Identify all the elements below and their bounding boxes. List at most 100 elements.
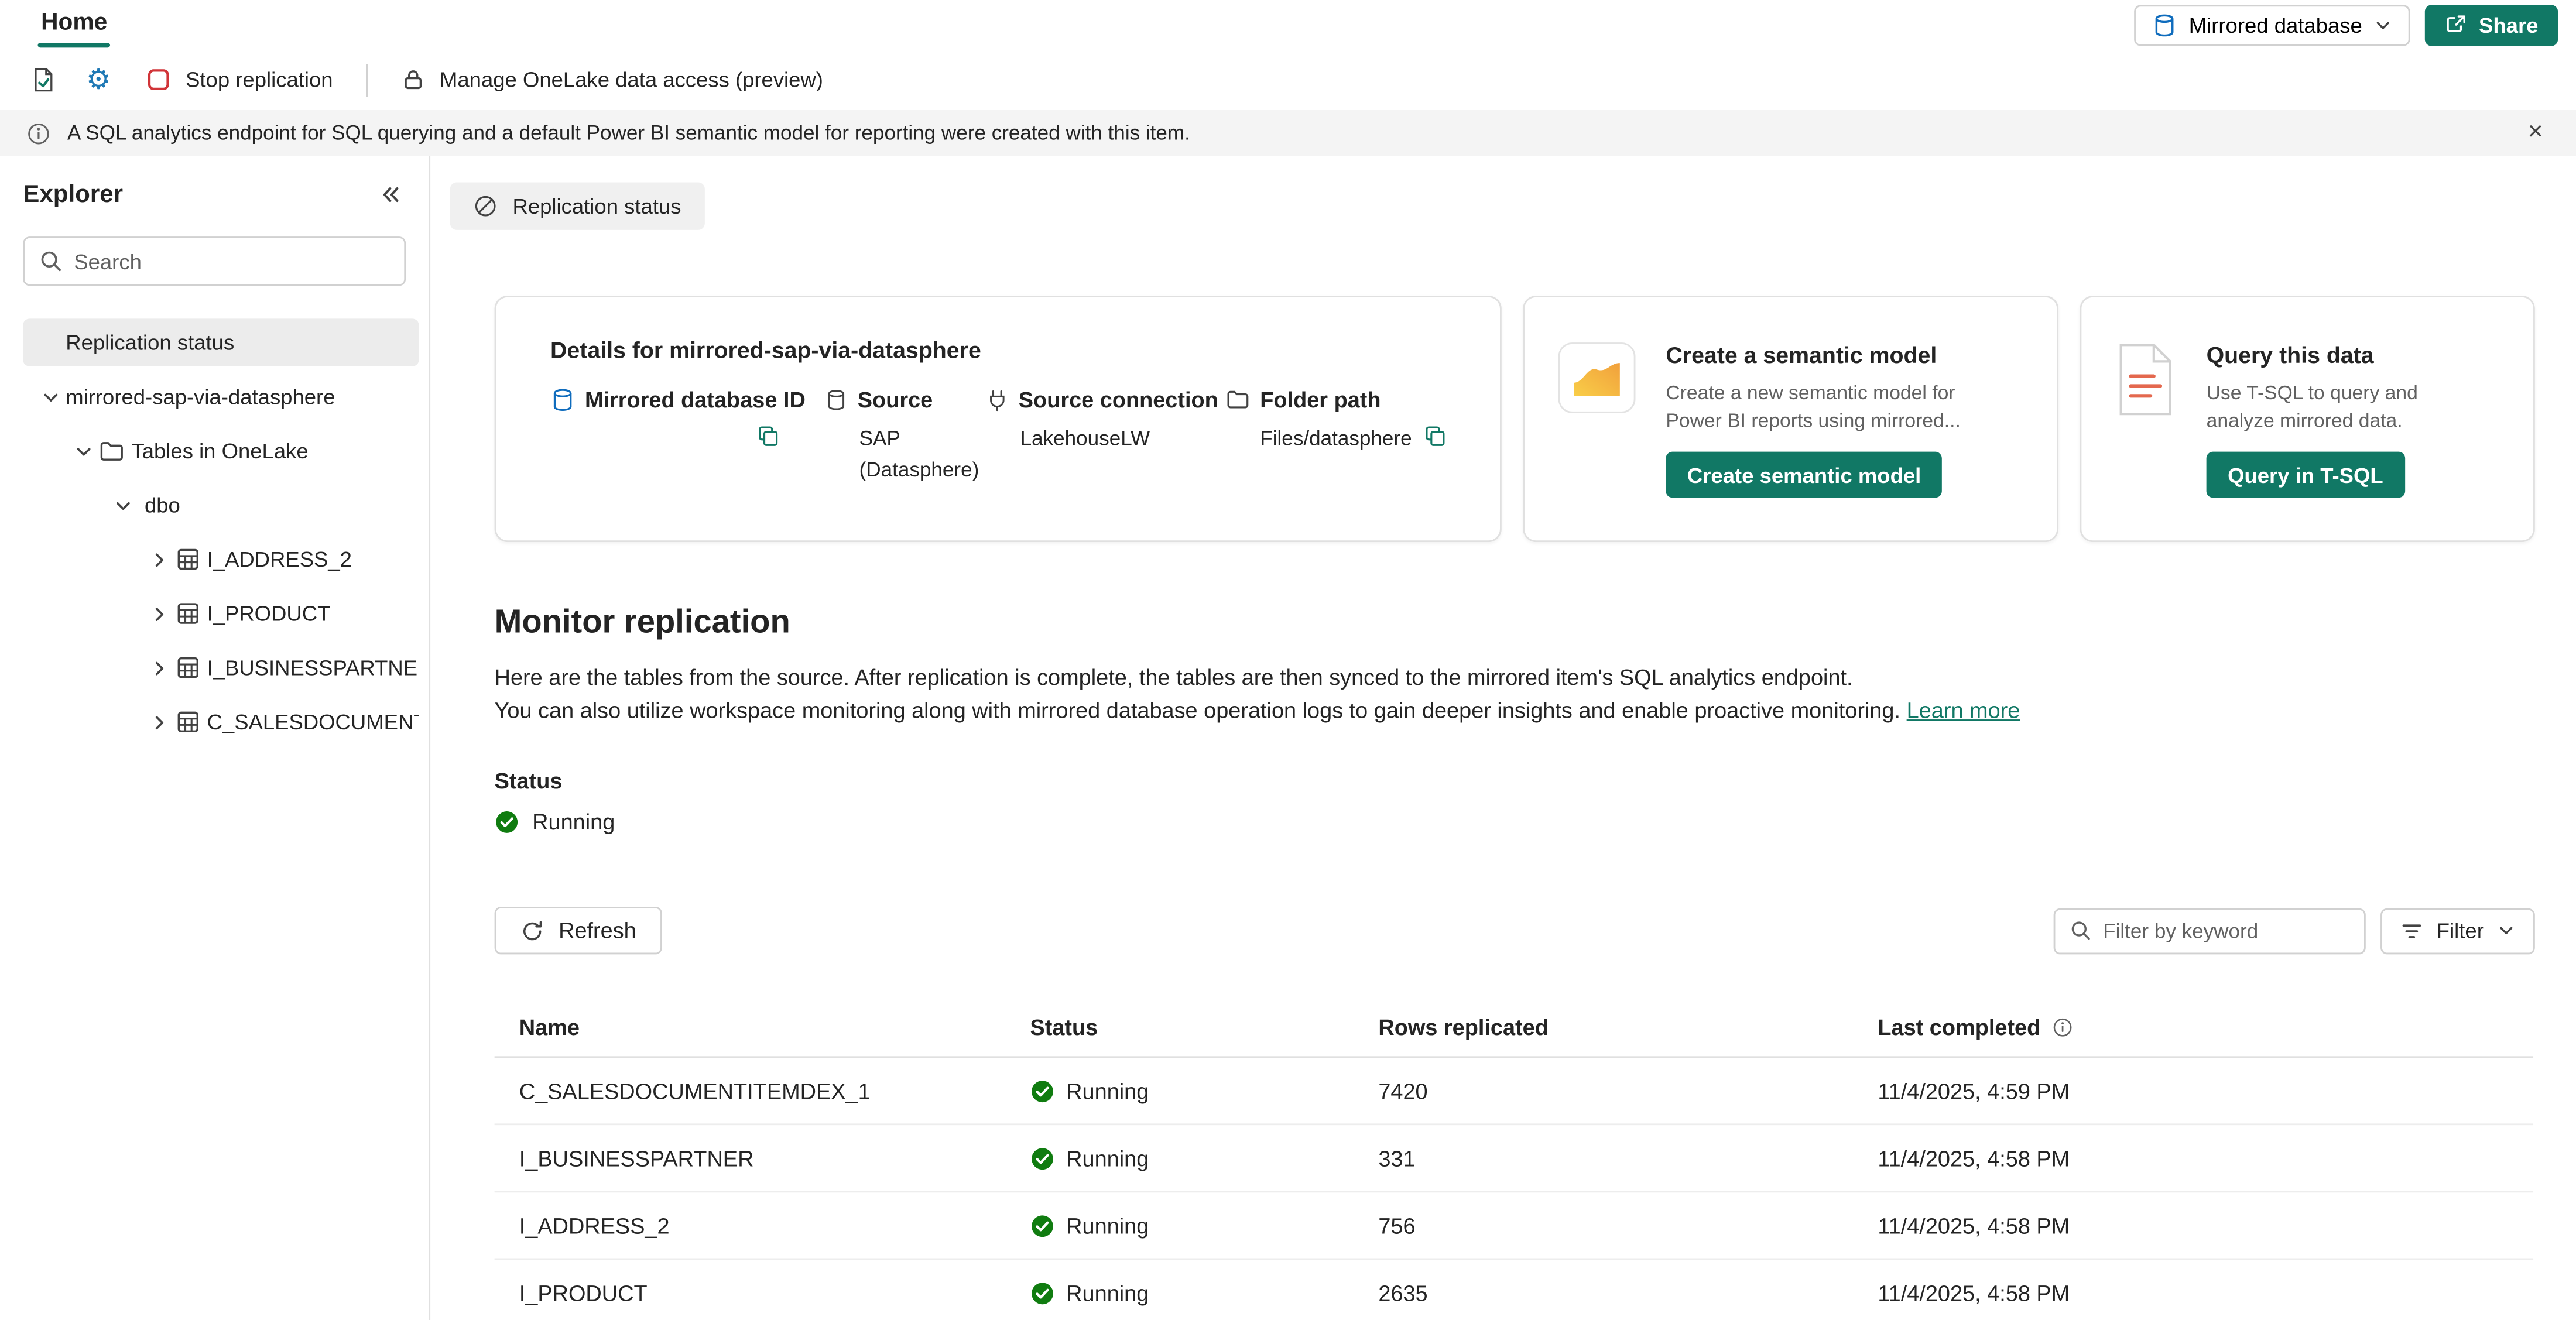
- chevron-right-icon[interactable]: [148, 712, 171, 732]
- cell-rows-replicated: 756: [1378, 1213, 1878, 1237]
- field-value: SAP: [859, 424, 986, 455]
- sidebar-item-table[interactable]: C_SALESDOCUMENTITEMDEX_1: [23, 698, 419, 746]
- table-icon: [174, 709, 200, 734]
- replication-table: Name Status Rows replicated Last complet…: [495, 997, 2533, 1320]
- settings-button[interactable]: ⚙: [72, 57, 125, 103]
- cell-last-completed: 11/4/2025, 4:58 PM: [1878, 1146, 2533, 1170]
- refresh-icon: [521, 919, 544, 942]
- status-value-row: Running: [495, 810, 2535, 834]
- sidebar-item-replication-status[interactable]: Replication status: [23, 318, 419, 366]
- sidebar-item-mirrored-database[interactable]: mirrored-sap-via-datasphere: [23, 373, 419, 420]
- item-type-dropdown[interactable]: Mirrored database: [2135, 4, 2410, 45]
- mirrored-database-icon: [550, 388, 575, 412]
- chevron-right-icon[interactable]: [148, 604, 171, 623]
- search-input[interactable]: [74, 249, 389, 273]
- cell-rows-replicated: 331: [1378, 1146, 1878, 1170]
- copy-icon[interactable]: [1423, 424, 1448, 448]
- toolbar-divider: [366, 63, 368, 96]
- manage-onelake-label: Manage OneLake data access (preview): [440, 67, 823, 92]
- field-mirrored-database-id: Mirrored database ID: [550, 388, 825, 486]
- learn-more-link[interactable]: Learn more: [1907, 697, 2020, 722]
- chevron-right-icon[interactable]: [148, 550, 171, 570]
- query-card-description: Use T-SQL to query and analyze mirrored …: [2207, 379, 2437, 434]
- table-row[interactable]: C_SALESDOCUMENTITEMDEX_1 Running 7420 11…: [495, 1058, 2533, 1125]
- sidebar-item-dbo[interactable]: dbo: [23, 481, 419, 529]
- top-bar: Home Mirrored database Share: [0, 0, 2576, 49]
- query-card: Query this data Use T-SQL to query and a…: [2080, 296, 2535, 542]
- gear-icon: ⚙: [86, 66, 111, 94]
- mirrored-database-icon: [2153, 12, 2177, 37]
- cell-status: Running: [1066, 1213, 1149, 1237]
- sidebar-item-table[interactable]: I_BUSINESSPARTNER: [23, 644, 419, 691]
- ribbon-toolbar: ⚙ Stop replication Manage OneLake data a…: [0, 49, 2576, 110]
- explorer-sidebar: Explorer Replication status: [0, 156, 430, 1320]
- cell-rows-replicated: 2635: [1378, 1280, 1878, 1305]
- chevron-down-icon[interactable]: [72, 441, 95, 461]
- info-banner: A SQL analytics endpoint for SQL queryin…: [0, 110, 2576, 156]
- sidebar-item-table[interactable]: I_ADDRESS_2: [23, 536, 419, 583]
- info-icon: [26, 121, 51, 145]
- source-database-icon: [825, 388, 848, 412]
- monitor-line2: You can also utilize workspace monitorin…: [495, 697, 1900, 722]
- field-source: Source SAP (Datasphere): [825, 388, 986, 486]
- manage-onelake-button[interactable]: Manage OneLake data access (preview): [382, 57, 841, 103]
- main-content: Replication status Details for mirrored-…: [430, 156, 2576, 1320]
- share-button[interactable]: Share: [2424, 4, 2558, 45]
- cell-status: Running: [1066, 1078, 1149, 1103]
- stop-icon: [146, 67, 171, 92]
- column-header-rows-replicated: Rows replicated: [1378, 1014, 1878, 1039]
- sidebar-item-tables-in-onelake[interactable]: Tables in OneLake: [23, 427, 419, 475]
- filter-keyword-input[interactable]: [2103, 919, 2349, 942]
- close-icon[interactable]: ×: [2521, 116, 2550, 149]
- refresh-button[interactable]: Refresh: [495, 907, 663, 954]
- chevron-down-icon[interactable]: [112, 495, 135, 515]
- cell-status: Running: [1066, 1146, 1149, 1170]
- new-query-button[interactable]: [16, 57, 69, 103]
- check-circle-icon: [1030, 1146, 1054, 1170]
- table-row[interactable]: I_BUSINESSPARTNER Running 331 11/4/2025,…: [495, 1125, 2533, 1192]
- folder-icon: [98, 438, 125, 464]
- chevron-down-icon: [2373, 16, 2392, 34]
- share-icon: [2444, 13, 2467, 36]
- collapse-sidebar-button[interactable]: [375, 179, 406, 210]
- create-semantic-model-button[interactable]: Create semantic model: [1666, 452, 1942, 498]
- field-label: Folder path: [1260, 388, 1381, 412]
- status-label: Status: [495, 769, 2535, 793]
- onelake-lock-icon: [400, 67, 425, 92]
- field-value: LakehouseLW: [1020, 424, 1150, 455]
- cell-last-completed: 11/4/2025, 4:58 PM: [1878, 1213, 2533, 1237]
- filter-button[interactable]: Filter: [2380, 907, 2534, 954]
- semantic-card-description: Create a new semantic model for Power BI…: [1666, 379, 1961, 434]
- copy-icon[interactable]: [756, 424, 780, 448]
- cell-last-completed: 11/4/2025, 4:59 PM: [1878, 1078, 2533, 1103]
- cell-last-completed: 11/4/2025, 4:58 PM: [1878, 1280, 2533, 1305]
- cell-name: I_ADDRESS_2: [495, 1213, 1030, 1237]
- chevron-down-icon[interactable]: [39, 387, 62, 407]
- table-row[interactable]: I_ADDRESS_2 Running 756 11/4/2025, 4:58 …: [495, 1192, 2533, 1260]
- field-label: Source connection: [1019, 388, 1218, 412]
- chevron-right-icon[interactable]: [148, 658, 171, 678]
- double-chevron-left-icon: [378, 182, 402, 207]
- sidebar-search: [23, 236, 406, 286]
- filter-icon: [2400, 919, 2423, 942]
- table-row[interactable]: I_PRODUCT Running 2635 11/4/2025, 4:58 P…: [495, 1260, 2533, 1320]
- check-circle-icon: [1030, 1280, 1054, 1305]
- details-card: Details for mirrored-sap-via-datasphere …: [495, 296, 1502, 542]
- field-folder-path: Folder path Files/datasphere: [1225, 388, 1448, 486]
- banner-message: A SQL analytics endpoint for SQL queryin…: [67, 122, 1190, 145]
- document-icon: [29, 66, 57, 94]
- sidebar-item-table[interactable]: I_PRODUCT: [23, 589, 419, 637]
- stop-replication-button[interactable]: Stop replication: [128, 57, 351, 103]
- check-circle-icon: [495, 810, 519, 834]
- table-icon: [174, 601, 200, 626]
- status-value: Running: [532, 810, 615, 834]
- semantic-card-title: Create a semantic model: [1666, 342, 1961, 368]
- cell-name: C_SALESDOCUMENTITEMDEX_1: [495, 1078, 1030, 1103]
- tab-replication-status[interactable]: Replication status: [450, 182, 704, 229]
- field-label: Source: [858, 388, 933, 412]
- info-icon[interactable]: [2052, 1016, 2073, 1037]
- tab-home[interactable]: Home: [21, 2, 126, 48]
- field-value: Files/datasphere: [1260, 424, 1412, 455]
- column-header-status: Status: [1030, 1014, 1378, 1039]
- query-in-tsql-button[interactable]: Query in T-SQL: [2207, 452, 2404, 498]
